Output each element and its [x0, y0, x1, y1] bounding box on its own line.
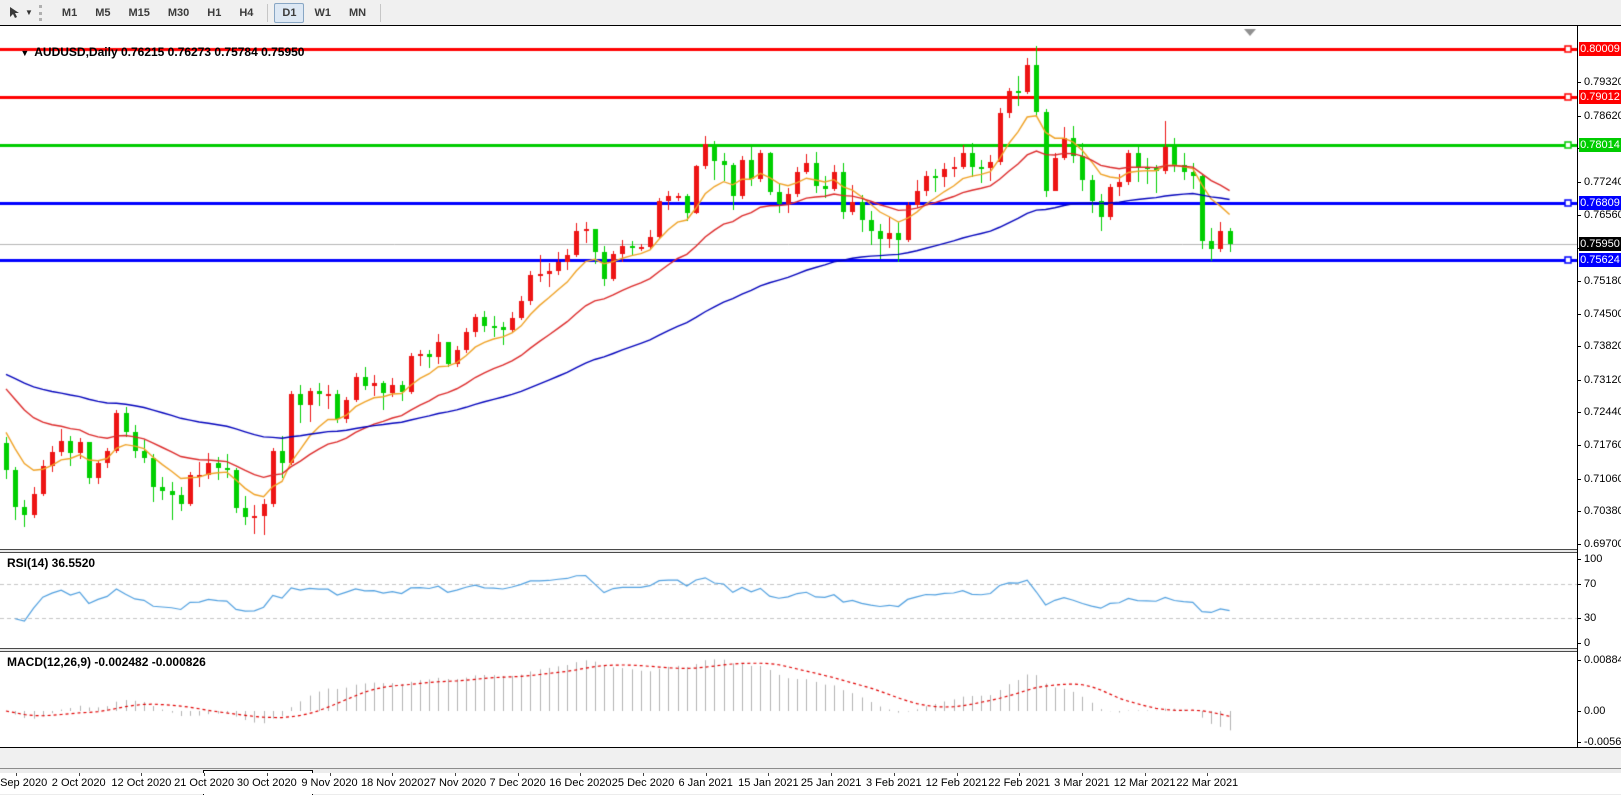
hline-price-badge: 0.75624: [1579, 252, 1621, 267]
macd-axis-label: 0.00: [1578, 705, 1621, 717]
chart-ohlc-values: 0.76215 0.76273 0.75784 0.75950: [120, 45, 305, 59]
hline-price-badge: 0.76809: [1579, 195, 1621, 210]
price-axis-label: 0.77240: [1578, 176, 1621, 188]
time-axis-label: 18 Nov 2020: [360, 777, 424, 789]
hline-price-badge: 0.79012: [1579, 89, 1621, 104]
time-axis-tick: [1144, 773, 1146, 776]
price-axis-label: 0.79320: [1578, 76, 1621, 88]
price-axis-label: 0.74500: [1578, 308, 1621, 320]
timeframe-button-m15[interactable]: M15: [120, 3, 157, 23]
macd-axis-label: 0.00884: [1578, 654, 1621, 666]
chart-title-line: ▼ AUDUSD,Daily 0.76215 0.76273 0.75784 0.…: [7, 31, 304, 73]
rsi-panel-divider[interactable]: [0, 549, 1621, 553]
time-axis-label: 3 Mar 2021: [1054, 777, 1110, 789]
chart-collapse-icon[interactable]: ▼: [20, 48, 29, 58]
price-axis-label: 0.69700: [1578, 538, 1621, 550]
time-axis-tick: [705, 773, 707, 776]
macd-axis-label: -0.005651: [1578, 736, 1621, 748]
time-axis-label: 12 Feb 2021: [925, 777, 988, 789]
time-axis-label: 7 Dec 2020: [489, 777, 546, 789]
chart-cursor-icon[interactable]: [4, 4, 24, 22]
price-axis-label: 0.76560: [1578, 209, 1621, 221]
price-axis-label: 0.70380: [1578, 505, 1621, 517]
time-axis-tick: [141, 773, 143, 776]
price-axis-label: 0.78620: [1578, 110, 1621, 122]
timeframe-button-d1[interactable]: D1: [274, 2, 305, 23]
time-axis-tick: [517, 773, 519, 776]
time-axis-tick: [831, 773, 833, 776]
time-axis-tick: [78, 773, 80, 776]
time-axis-label: 12 Oct 2020: [111, 777, 172, 789]
time-axis-label: 6 Jan 2021: [678, 777, 733, 789]
time-axis-tick: [580, 773, 582, 776]
time-axis-label: 25 Jan 2021: [800, 777, 862, 789]
time-axis-label: 27 Nov 2020: [423, 777, 487, 789]
chart-symbol-period: AUDUSD,Daily: [34, 45, 118, 59]
toolbar-separator: [380, 3, 382, 22]
time-axis-label: 15 Jan 2021: [738, 777, 799, 789]
current-price-badge: 0.75950: [1579, 236, 1621, 251]
timeframe-button-m5[interactable]: M5: [87, 3, 118, 23]
price-axis-label: 0.75180: [1578, 275, 1621, 287]
chart-window: ▼ AUDUSD,Daily 0.76215 0.76273 0.75784 0.…: [0, 25, 1621, 794]
time-axis-tick: [768, 773, 770, 776]
rsi-indicator-label: RSI(14) 36.5520: [7, 556, 96, 570]
price-chart-canvas[interactable]: [0, 26, 1577, 747]
price-axis-label: 0.73120: [1578, 374, 1621, 386]
time-axis-tick: [204, 773, 206, 776]
macd-indicator-label: MACD(12,26,9) -0.002482 -0.000826: [7, 655, 206, 669]
macd-panel-divider[interactable]: [0, 648, 1621, 652]
time-axis-label: 22 Mar 2021: [1176, 777, 1239, 789]
cursor-arrow-icon: [9, 7, 19, 18]
time-axis-tick: [329, 773, 331, 776]
time-axis-tick: [1019, 773, 1021, 776]
time-axis-tick: [454, 773, 456, 776]
price-axis-label: 0.73820: [1578, 340, 1621, 352]
time-axis[interactable]: 23 Sep 20202 Oct 2020 12 Oct 202021 Oct 2…: [0, 773, 1621, 794]
time-axis-label: 25 Dec 2020: [611, 777, 675, 789]
time-axis-label: 23 Sep 2020: [0, 777, 48, 789]
top-toolbar: ▼ M1 M5 M15 M30 H1 H4 D1 W1 MN: [0, 0, 1621, 26]
toolbar-separator: [267, 3, 269, 22]
time-axis-tick: [1081, 773, 1083, 776]
timeframe-button-mn[interactable]: MN: [341, 3, 374, 23]
price-axis-label: 0.72440: [1578, 406, 1621, 418]
time-axis-label: 12 Mar 2021: [1113, 777, 1176, 789]
time-axis-label: 9 Nov 2020: [301, 777, 358, 789]
time-axis-label: 16 Dec 2020: [549, 777, 612, 789]
price-axis[interactable]: 0.793200.786200.779400.772400.765600.758…: [1577, 26, 1621, 748]
time-axis-tick: [392, 773, 394, 776]
hline-price-badge: 0.78014: [1579, 137, 1621, 152]
timeframe-button-h1[interactable]: H1: [199, 3, 229, 23]
time-axis-tick: [1207, 773, 1209, 776]
time-axis-tick: [956, 773, 958, 776]
time-axis-label: 30 Oct 2020: [236, 777, 297, 789]
toolbar-grip-handle[interactable]: [38, 4, 47, 21]
rsi-axis-label: 70: [1578, 578, 1621, 590]
time-axis-tick: [266, 773, 268, 776]
time-axis-label: 22 Feb 2021: [988, 777, 1051, 789]
timeframe-button-m30[interactable]: M30: [160, 3, 197, 23]
price-axis-label: 0.71060: [1578, 473, 1621, 485]
time-axis-label: 2 Oct 2020: [51, 777, 106, 789]
rsi-axis-label: 0: [1578, 637, 1621, 649]
price-axis-label: 0.71760: [1578, 439, 1621, 451]
time-axis-tick: [893, 773, 895, 776]
time-axis-label: 21 Oct 2020: [174, 777, 235, 789]
time-axis-tick: [643, 773, 644, 776]
rsi-axis-label: 100: [1578, 553, 1621, 565]
hline-price-badge: 0.80009: [1579, 41, 1621, 56]
timeframe-button-group: M1 M5 M15 M30 H1 H4 D1 W1 MN: [53, 2, 375, 23]
chart-tools-dropdown-caret[interactable]: ▼: [25, 8, 33, 17]
timeframe-button-m1[interactable]: M1: [54, 3, 85, 23]
time-axis-label: 3 Feb 2021: [865, 777, 922, 789]
time-axis-tick: [16, 773, 17, 776]
timeframe-button-w1[interactable]: W1: [306, 3, 339, 23]
timeframe-button-h4[interactable]: H4: [231, 3, 261, 23]
rsi-axis-label: 30: [1578, 612, 1621, 624]
